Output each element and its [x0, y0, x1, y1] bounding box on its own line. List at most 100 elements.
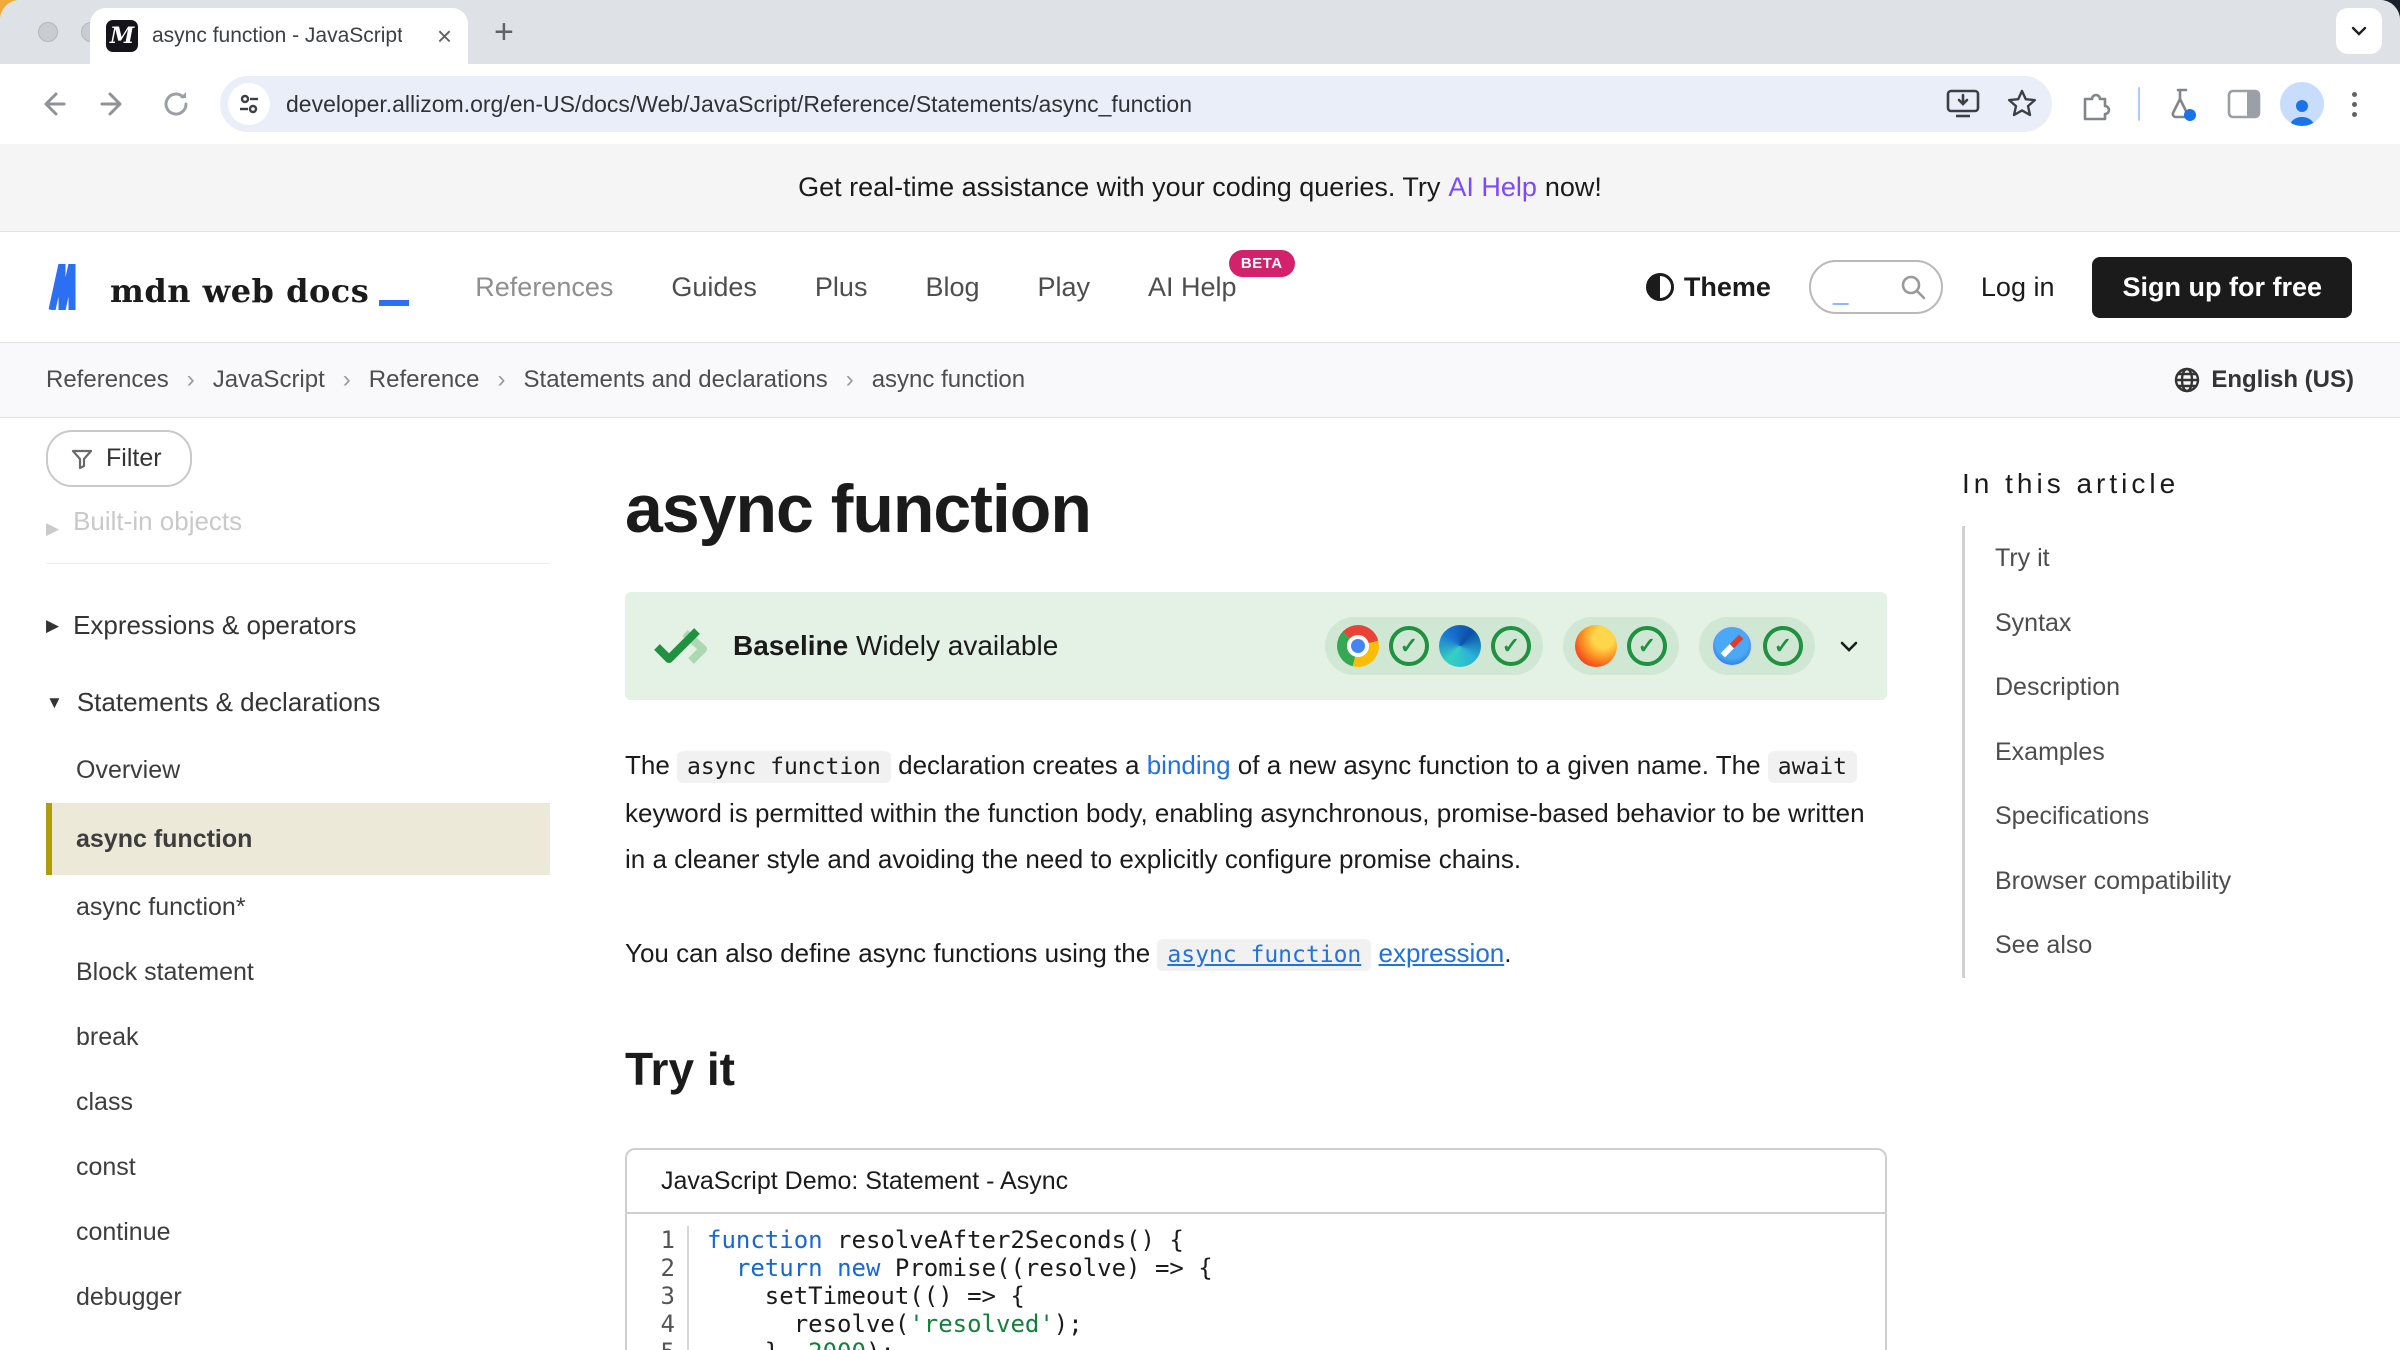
page-title: async function	[625, 470, 1887, 548]
browser-pill: ✓	[1563, 617, 1679, 675]
browser-window: M async function - JavaScript | × +	[0, 0, 2400, 1350]
sidebar-item-const[interactable]: const	[46, 1135, 550, 1200]
interactive-demo: JavaScript Demo: Statement - Async 12345…	[625, 1148, 1887, 1350]
back-button[interactable]	[26, 78, 78, 130]
sidebar-item-async-function[interactable]: async function*	[46, 875, 550, 940]
search-icon	[1899, 273, 1927, 301]
search-input[interactable]: _	[1809, 260, 1943, 314]
browser-pill: ✓	[1699, 617, 1815, 675]
extensions-button[interactable]	[2070, 78, 2122, 130]
language-selector[interactable]: English (US)	[2173, 366, 2354, 394]
mdn-logo-wordmark: mdn web docs	[110, 272, 369, 310]
line-number: 5	[627, 1338, 675, 1350]
token-pl: );	[866, 1338, 895, 1350]
toc-heading: In this article	[1962, 468, 2362, 500]
breadcrumb-item-javascript[interactable]: JavaScript	[213, 366, 325, 394]
bookmark-star-icon[interactable]	[2006, 88, 2038, 120]
sidebar-section-statements-declarations[interactable]: ▼Statements & declarations	[46, 687, 550, 718]
site-settings-icon[interactable]	[228, 83, 270, 125]
side-panel-button[interactable]	[2218, 78, 2270, 130]
sidebar-item-async-function[interactable]: async function	[46, 803, 550, 875]
toc-item-examples[interactable]: Examples	[1995, 720, 2362, 785]
baseline-banner: Baseline Widely available ✓✓✓✓	[625, 592, 1887, 700]
line-number: 3	[627, 1282, 675, 1310]
profile-avatar[interactable]	[2280, 82, 2324, 126]
url-text[interactable]: developer.allizom.org/en-US/docs/Web/Jav…	[286, 91, 1934, 118]
globe-icon	[2173, 366, 2201, 394]
login-link[interactable]: Log in	[1981, 272, 2055, 303]
token-pl	[823, 1254, 837, 1282]
code-line: }, 2000);	[707, 1338, 1213, 1350]
sidebar-item-do-while[interactable]: do...while	[46, 1330, 550, 1350]
breadcrumb-item-references[interactable]: References	[46, 366, 169, 394]
chevron-collapsed-icon: ▶	[46, 616, 59, 636]
install-icon[interactable]	[1946, 89, 1980, 119]
nav-item-ai-help[interactable]: AI HelpBETA	[1148, 272, 1237, 303]
tune-icon	[237, 92, 261, 116]
address-bar[interactable]: developer.allizom.org/en-US/docs/Web/Jav…	[220, 76, 2052, 132]
tab-close-icon[interactable]: ×	[437, 23, 452, 49]
browser-tab[interactable]: M async function - JavaScript | ×	[90, 8, 468, 64]
forward-button[interactable]	[88, 78, 140, 130]
nav-item-references[interactable]: References	[475, 272, 613, 303]
nav-item-plus[interactable]: Plus	[815, 272, 868, 303]
breadcrumb-item-reference[interactable]: Reference	[369, 366, 480, 394]
reload-button[interactable]	[150, 78, 202, 130]
toc-item-syntax[interactable]: Syntax	[1995, 591, 2362, 656]
toc-item-description[interactable]: Description	[1995, 655, 2362, 720]
chevron-collapsed-icon: ▶	[46, 519, 59, 539]
sidebar-item-block-statement[interactable]: Block statement	[46, 940, 550, 1005]
experiments-button[interactable]	[2156, 78, 2208, 130]
promo-text-before: Get real-time assistance with your codin…	[798, 172, 1440, 203]
toc-item-specifications[interactable]: Specifications	[1995, 784, 2362, 849]
breadcrumb-separator: ›	[846, 366, 854, 394]
close-window-button[interactable]	[38, 22, 58, 42]
code-line: return new Promise((resolve) => {	[707, 1254, 1213, 1282]
token-num: 2000	[808, 1338, 866, 1350]
toc-item-try-it[interactable]: Try it	[1995, 526, 2362, 591]
sidebar-item-class[interactable]: class	[46, 1070, 550, 1135]
code-link-async-function[interactable]: async function	[1157, 939, 1371, 971]
sidebar-item-overview[interactable]: Overview	[46, 738, 550, 803]
article: async function Baseline Widely available…	[625, 424, 1887, 1350]
theme-toggle[interactable]: Theme	[1646, 272, 1771, 303]
breadcrumb-item-async-function[interactable]: async function	[872, 366, 1025, 394]
sidebar-item-break[interactable]: break	[46, 1005, 550, 1070]
mdn-logo[interactable]: mdn web docs	[48, 264, 409, 310]
browser-toolbar: developer.allizom.org/en-US/docs/Web/Jav…	[0, 64, 2400, 144]
sidebar-divider	[46, 563, 550, 564]
tab-strip: M async function - JavaScript | × +	[0, 0, 2400, 64]
signup-button[interactable]: Sign up for free	[2092, 257, 2352, 318]
new-tab-button[interactable]: +	[494, 13, 514, 52]
sidebar-section-expressions-operators[interactable]: ▶ Expressions & operators	[46, 610, 550, 641]
toc-item-browser-compatibility[interactable]: Browser compatibility	[1995, 849, 2362, 914]
support-check-icon: ✓	[1627, 626, 1667, 666]
code-editor[interactable]: 123456 function resolveAfter2Seconds() {…	[627, 1214, 1885, 1350]
tab-search-button[interactable]	[2336, 8, 2382, 54]
browser-menu-button[interactable]	[2334, 78, 2374, 130]
edge-icon	[1439, 625, 1481, 667]
text-link-binding[interactable]: binding	[1147, 750, 1231, 780]
nav-item-play[interactable]: Play	[1038, 272, 1091, 303]
sidebar-item-debugger[interactable]: debugger	[46, 1265, 550, 1330]
funnel-icon	[70, 447, 94, 471]
code-lines[interactable]: function resolveAfter2Seconds() { return…	[689, 1226, 1213, 1350]
toc-item-see-also[interactable]: See also	[1995, 913, 2362, 978]
sidebar-section-label: Expressions & operators	[73, 610, 356, 641]
sidebar-item-continue[interactable]: continue	[46, 1200, 550, 1265]
ai-help-link[interactable]: AI Help	[1448, 172, 1537, 203]
nav-item-blog[interactable]: Blog	[925, 272, 979, 303]
browser-support-icons: ✓✓✓✓	[1325, 617, 1815, 675]
token-kw: new	[837, 1254, 880, 1282]
token-pl: resolve(	[707, 1310, 909, 1338]
sidebar-section-built-in-objects[interactable]: ▶Built-in objects	[46, 503, 550, 539]
code-line: setTimeout(() => {	[707, 1282, 1213, 1310]
back-arrow-icon	[36, 88, 68, 120]
baseline-expand-chevron-icon[interactable]	[1837, 634, 1861, 658]
token-pl: Promise((resolve) => {	[880, 1254, 1212, 1282]
filter-button[interactable]: Filter	[46, 430, 192, 487]
language-label: English (US)	[2211, 366, 2354, 394]
breadcrumb-item-statements-and-declarations[interactable]: Statements and declarations	[524, 366, 828, 394]
text-link-expression[interactable]: expression	[1379, 938, 1505, 968]
nav-item-guides[interactable]: Guides	[671, 272, 757, 303]
